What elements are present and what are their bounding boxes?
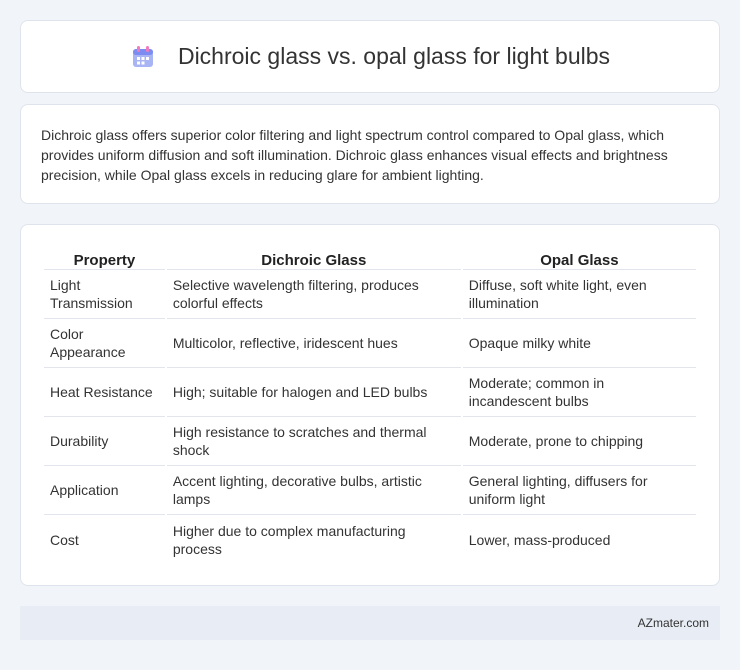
opal-cell: Diffuse, soft white light, even illumina… xyxy=(462,270,696,319)
property-cell: Color Appearance xyxy=(44,319,165,368)
column-header: Dichroic Glass xyxy=(166,245,461,270)
calendar-icon xyxy=(132,45,153,67)
footer: AZmater.com xyxy=(20,606,720,640)
property-cell: Light Transmission xyxy=(44,270,165,319)
table-row: Heat Resistance High; suitable for halog… xyxy=(44,368,696,417)
dichroic-cell: Accent lighting, decorative bulbs, artis… xyxy=(166,466,461,515)
dichroic-cell: High; suitable for halogen and LED bulbs xyxy=(166,368,461,417)
opal-cell: Lower, mass-produced xyxy=(468,531,611,548)
comparison-table: Property Dichroic Glass Opal Glass Light… xyxy=(42,245,698,564)
opal-cell: Opaque milky white xyxy=(462,319,696,368)
footer-site-link[interactable]: AZmater.com xyxy=(638,616,709,630)
column-header: Opal Glass xyxy=(462,245,696,270)
dichroic-cell: Higher due to complex manufacturing proc… xyxy=(172,522,406,557)
property-cell: Heat Resistance xyxy=(44,368,165,417)
dichroic-cell: Multicolor, reflective, iridescent hues xyxy=(166,319,461,368)
title-card: Dichroic glass vs. opal glass for light … xyxy=(20,20,720,93)
opal-cell: Moderate; common in incandescent bulbs xyxy=(462,368,696,417)
table-row: Application Accent lighting, decorative … xyxy=(44,466,696,515)
column-header: Property xyxy=(44,245,165,270)
page-title: Dichroic glass vs. opal glass for light … xyxy=(177,43,611,69)
property-cell: Cost xyxy=(50,531,79,548)
table-card: Property Dichroic Glass Opal Glass Light… xyxy=(20,224,720,586)
table-row: Cost Higher due to complex manufacturing… xyxy=(44,515,696,564)
property-cell: Durability xyxy=(44,417,165,466)
intro-card: Dichroic glass offers superior color fil… xyxy=(20,104,720,204)
property-cell: Application xyxy=(44,466,165,515)
intro-text: Dichroic glass offers superior color fil… xyxy=(41,127,668,183)
dichroic-cell: Selective wavelength filtering, produces… xyxy=(166,270,461,319)
table-row: Color Appearance Multicolor, reflective,… xyxy=(44,319,696,368)
opal-cell: Moderate, prone to chipping xyxy=(462,417,696,466)
opal-cell: General lighting, diffusers for uniform … xyxy=(462,466,696,515)
dichroic-cell: High resistance to scratches and thermal… xyxy=(166,417,461,466)
table-header-row: Property Dichroic Glass Opal Glass xyxy=(44,245,696,270)
table-row: Durability High resistance to scratches … xyxy=(44,417,696,466)
table-row: Light Transmission Selective wavelength … xyxy=(44,270,696,319)
